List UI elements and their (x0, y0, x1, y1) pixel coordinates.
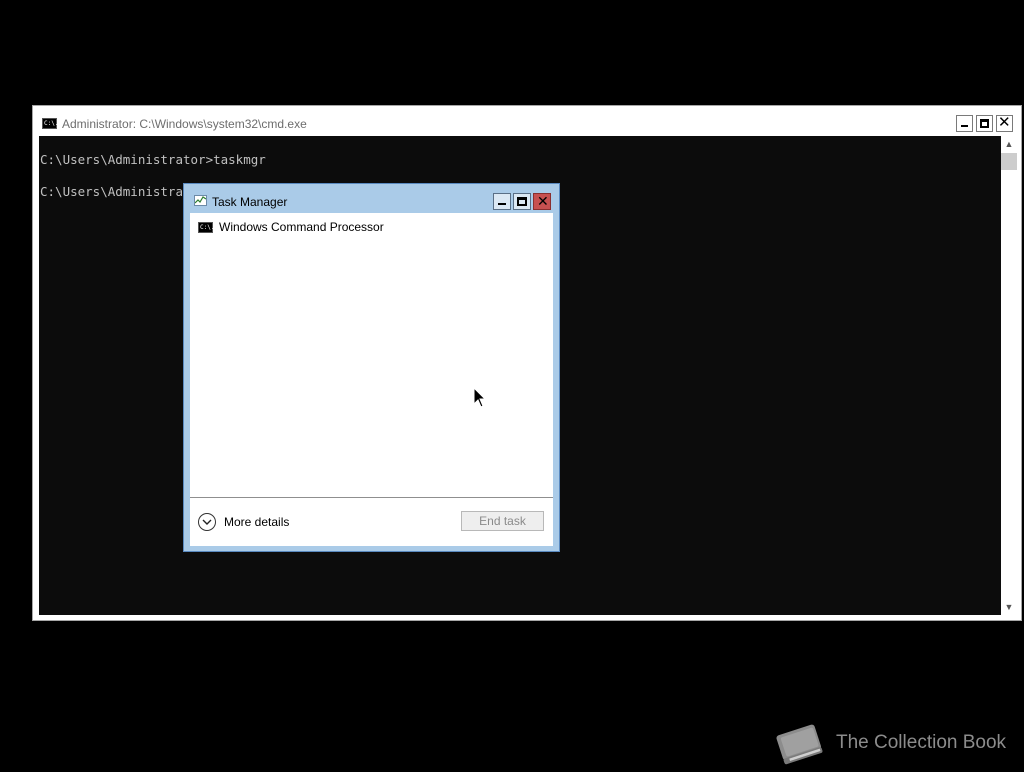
scroll-up-icon[interactable]: ▲ (1001, 136, 1017, 152)
task-manager-title: Task Manager (212, 195, 288, 209)
close-icon: ✕ (998, 114, 1011, 131)
minimize-icon (961, 125, 968, 127)
process-row[interactable]: C:\. Windows Command Processor (190, 217, 553, 237)
task-manager-window: Task Manager ✕ C:\. Windows Command Proc… (183, 183, 560, 552)
maximize-icon (517, 197, 527, 206)
task-manager-maximize-button[interactable] (513, 193, 531, 210)
task-manager-close-button[interactable]: ✕ (533, 193, 551, 210)
cmd-titlebar[interactable]: C:\. Administrator: C:\Windows\system32\… (33, 106, 1021, 136)
scroll-thumb[interactable] (1001, 153, 1017, 170)
end-task-button[interactable]: End task (461, 511, 544, 531)
cmd-scrollbar[interactable]: ▲ ▼ (1001, 136, 1017, 615)
cmd-icon: C:\. (198, 222, 215, 233)
task-manager-icon (194, 195, 207, 206)
cmd-minimize-button[interactable] (956, 115, 973, 132)
task-manager-titlebar[interactable]: Task Manager ✕ (184, 184, 559, 213)
chevron-down-icon (198, 513, 216, 531)
minimize-icon (498, 203, 506, 205)
scroll-down-icon[interactable]: ▼ (1001, 599, 1017, 615)
task-manager-body: C:\. Windows Command Processor More deta… (190, 213, 553, 546)
process-name: Windows Command Processor (219, 220, 384, 234)
cmd-maximize-button[interactable] (976, 115, 993, 132)
maximize-icon (980, 119, 989, 128)
mouse-pointer-icon (473, 386, 487, 414)
cmd-close-button[interactable]: ✕ (996, 114, 1013, 132)
task-manager-footer: More details End task (190, 498, 553, 546)
process-list[interactable]: C:\. Windows Command Processor (190, 213, 553, 497)
task-manager-minimize-button[interactable] (493, 193, 511, 210)
cmd-window-title: Administrator: C:\Windows\system32\cmd.e… (62, 117, 307, 131)
watermark-text: The Collection Book (836, 732, 1007, 753)
more-details-label: More details (224, 515, 290, 529)
book-icon (773, 719, 827, 772)
cmd-icon: C:\. (42, 118, 59, 129)
watermark: The Collection Book (773, 719, 1013, 767)
console-line: C:\Users\Administrator>taskmgr (40, 152, 266, 167)
more-details-toggle[interactable]: More details (198, 512, 298, 532)
close-icon: ✕ (537, 193, 549, 209)
